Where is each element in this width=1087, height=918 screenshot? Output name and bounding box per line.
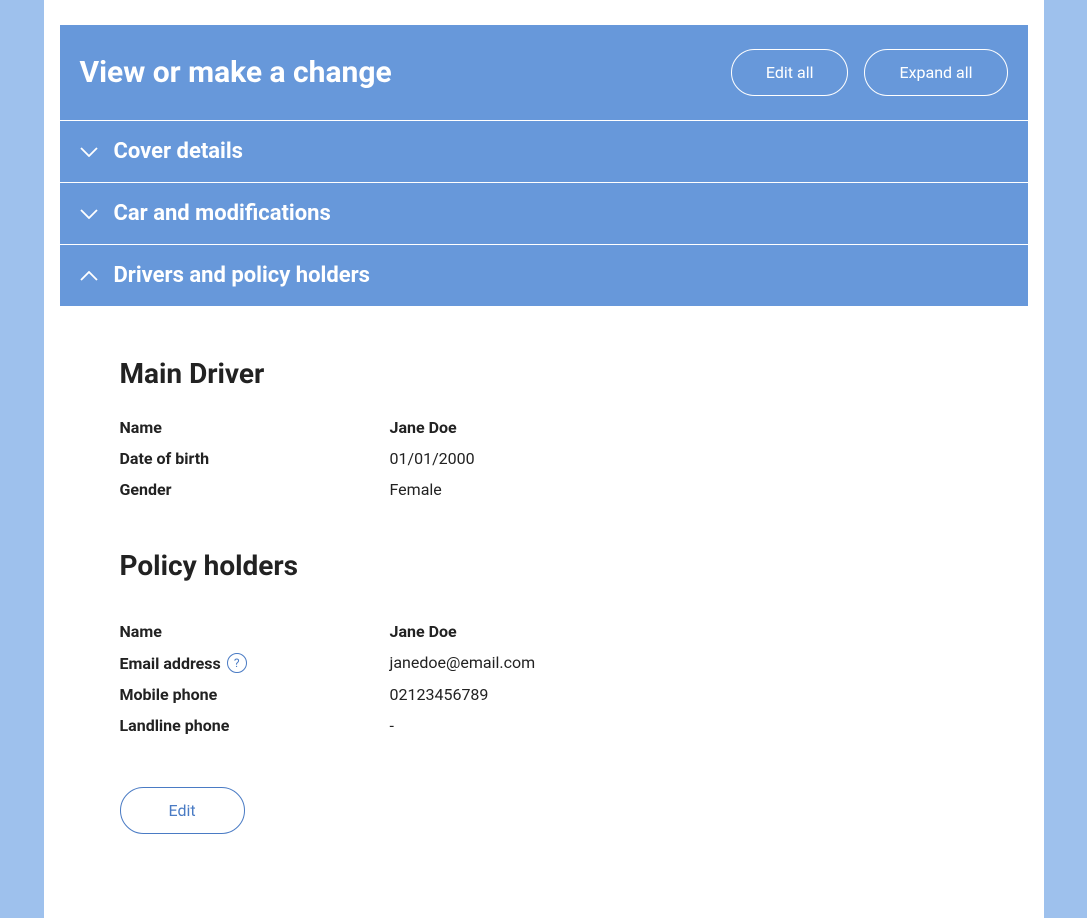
chevron-down-icon: [80, 147, 98, 157]
accordion-car-modifications[interactable]: Car and modifications: [60, 183, 1028, 244]
header-buttons: Edit all Expand all: [731, 49, 1008, 96]
accordion-cover-details[interactable]: Cover details: [60, 121, 1028, 182]
main-driver-heading: Main Driver: [120, 357, 968, 390]
details-section: Main Driver Name Jane Doe Date of birth …: [60, 307, 1028, 854]
field-row: Email address ? janedoe@email.com: [120, 653, 968, 673]
name-value: Jane Doe: [390, 418, 457, 437]
help-icon[interactable]: ?: [227, 653, 247, 673]
name-label: Name: [120, 622, 390, 641]
mobile-value: 02123456789: [390, 685, 489, 704]
accordion-label: Car and modifications: [114, 201, 331, 226]
expand-all-button[interactable]: Expand all: [864, 49, 1007, 96]
name-label: Name: [120, 418, 390, 437]
field-row: Date of birth 01/01/2000: [120, 449, 968, 468]
header-bar: View or make a change Edit all Expand al…: [60, 25, 1028, 120]
accordion-drivers-policy-holders[interactable]: Drivers and policy holders: [60, 245, 1028, 306]
field-row: Gender Female: [120, 480, 968, 499]
gender-value: Female: [390, 480, 442, 499]
policy-holders-section: Policy holders Name Jane Doe Email addre…: [120, 549, 968, 834]
dob-value: 01/01/2000: [390, 449, 475, 468]
accordion-label: Cover details: [114, 139, 244, 164]
email-value: janedoe@email.com: [390, 653, 536, 673]
field-row: Mobile phone 02123456789: [120, 685, 968, 704]
landline-label: Landline phone: [120, 716, 390, 735]
edit-button[interactable]: Edit: [120, 787, 245, 834]
page-title: View or make a change: [80, 55, 392, 90]
field-row: Landline phone -: [120, 716, 968, 735]
chevron-down-icon: [80, 209, 98, 219]
email-label: Email address ?: [120, 653, 390, 673]
email-label-text: Email address: [120, 654, 221, 673]
accordion-label: Drivers and policy holders: [114, 263, 370, 288]
mobile-label: Mobile phone: [120, 685, 390, 704]
chevron-up-icon: [80, 271, 98, 281]
dob-label: Date of birth: [120, 449, 390, 468]
page-container: View or make a change Edit all Expand al…: [44, 0, 1044, 918]
gender-label: Gender: [120, 480, 390, 499]
field-row: Name Jane Doe: [120, 418, 968, 437]
edit-all-button[interactable]: Edit all: [731, 49, 849, 96]
name-value: Jane Doe: [390, 622, 457, 641]
field-row: Name Jane Doe: [120, 622, 968, 641]
policy-holders-heading: Policy holders: [120, 549, 968, 582]
landline-value: -: [390, 716, 394, 735]
